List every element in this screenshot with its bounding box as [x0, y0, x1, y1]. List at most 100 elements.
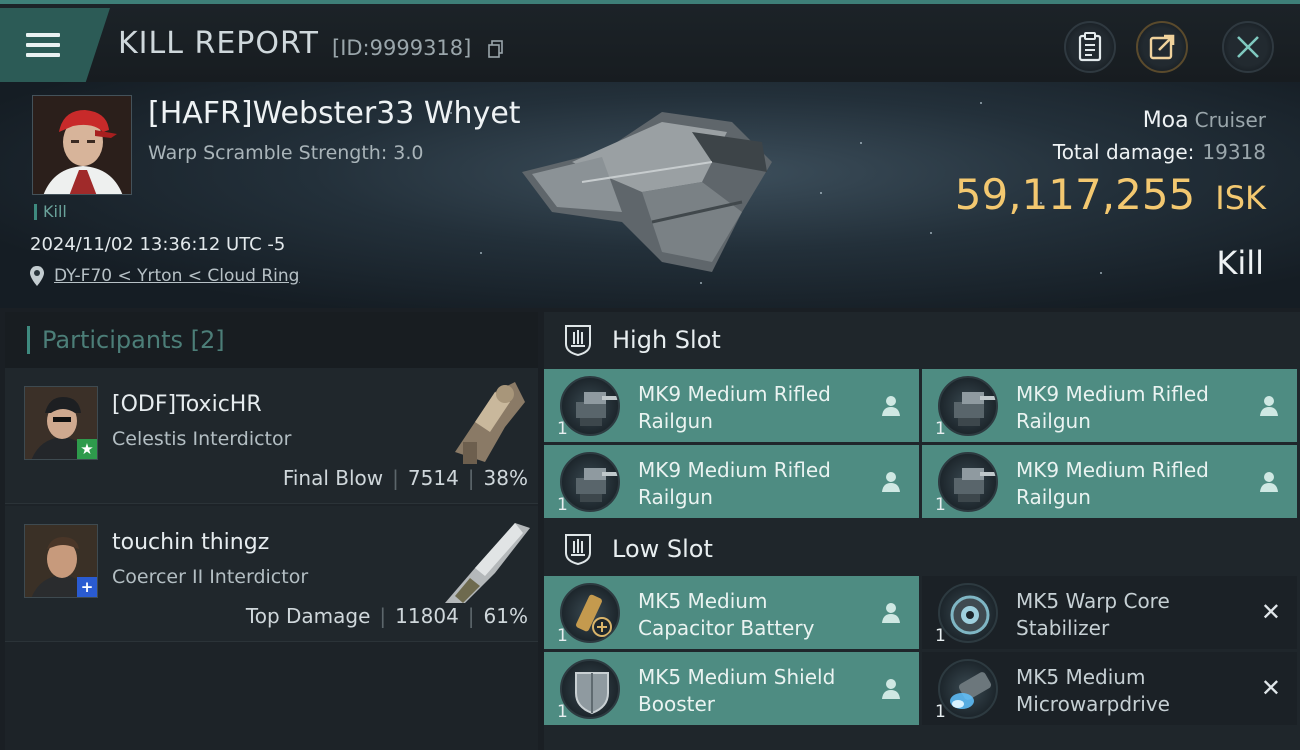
participant-row[interactable]: + touchin thingz Coercer II Interdictor … [5, 506, 538, 642]
faction-badge-icon: ★ [77, 439, 97, 459]
destroyed-x-icon: ✕ [1260, 598, 1281, 626]
module-name: MK9 Medium Rifled Railgun [1016, 382, 1209, 433]
fitted-person-icon [882, 679, 900, 699]
module-name: MK5 Medium Microwarpdrive [1016, 665, 1170, 716]
divider: | [392, 466, 399, 490]
microwarpdrive-icon [938, 659, 998, 719]
module-quantity: 1 [935, 419, 946, 439]
kill-location[interactable]: DY-F70 < Yrton < Cloud Ring [30, 266, 299, 286]
copy-icon[interactable] [488, 40, 504, 58]
high-slot-label: High Slot [612, 326, 721, 354]
participant-stats: Top Damage | 11804 | 61% [246, 604, 528, 628]
total-damage: Total damage: 19318 [1053, 140, 1266, 164]
module-item[interactable]: 1 MK5 Medium Capacitor Battery [544, 576, 919, 649]
participant-ship: Celestis Interdictor [112, 428, 292, 450]
ship-class: Cruiser [1194, 108, 1266, 132]
destroyed-x-icon: ✕ [1260, 674, 1281, 702]
participant-ship: Coercer II Interdictor [112, 566, 309, 588]
module-item[interactable]: 1 MK9 Medium Rifled Railgun [922, 445, 1297, 518]
page-title: KILL REPORT [118, 26, 319, 61]
module-name: MK9 Medium Rifled Railgun [638, 458, 831, 509]
module-quantity: 1 [935, 495, 946, 515]
participant-row[interactable]: ★ [ODF]ToxicHR Celestis Interdictor Fina… [5, 368, 538, 504]
module-quantity: 1 [557, 626, 568, 646]
high-slot-header: High Slot [544, 312, 1300, 368]
ship-name: Moa [1142, 108, 1189, 133]
warp-scramble-strength: Warp Scramble Strength: 3.0 [148, 142, 424, 164]
top-bar: KILL REPORT [ID:9999318] [0, 0, 1300, 82]
kill-timestamp: 2024/11/02 13:36:12 UTC -5 [30, 234, 286, 255]
module-item[interactable]: 1 MK9 Medium Rifled Railgun [544, 445, 919, 518]
participant-avatar[interactable]: ★ [24, 386, 98, 460]
victim-ship[interactable]: Moa Cruiser [1143, 108, 1266, 133]
participant-ship-image [455, 382, 525, 464]
report-id: [ID:9999318] [332, 36, 472, 60]
low-slot-icon [565, 534, 591, 565]
module-quantity: 1 [935, 702, 946, 722]
fitted-person-icon [882, 603, 900, 623]
fitted-person-icon [1260, 396, 1278, 416]
module-name: MK5 Medium Shield Booster [638, 665, 836, 716]
location-link[interactable]: DY-F70 < Yrton < Cloud Ring [54, 266, 299, 286]
railgun-icon [560, 452, 620, 512]
module-item[interactable]: 1 MK5 Medium Microwarpdrive ✕ [922, 652, 1297, 725]
module-quantity: 1 [557, 419, 568, 439]
participant-damage: 7514 [407, 466, 459, 490]
railgun-icon [938, 452, 998, 512]
fitted-person-icon [882, 396, 900, 416]
participant-percent: 38% [483, 466, 528, 490]
total-damage-label: Total damage: [1052, 140, 1195, 164]
menu-button[interactable] [0, 8, 110, 82]
clipboard-button[interactable] [1064, 21, 1116, 73]
fitting-panel: High Slot 1 MK9 Medium Rifled Railgun 1 M… [544, 312, 1300, 750]
participant-name[interactable]: touchin thingz [112, 530, 269, 555]
capacitor-battery-icon [560, 583, 620, 643]
isk-value: 59,117,255 [954, 170, 1196, 219]
participants-title[interactable]: Participants [2] [27, 326, 225, 354]
participant-role: Final Blow [282, 466, 384, 490]
divider: | [467, 604, 475, 628]
divider: | [467, 466, 475, 490]
module-quantity: 1 [557, 495, 568, 515]
victim-name[interactable]: [HAFR]Webster33 Whyet [148, 96, 521, 131]
victim-avatar[interactable] [32, 95, 132, 195]
victim-ship-image [522, 112, 772, 272]
participant-ship-image [445, 523, 530, 603]
module-name: MK9 Medium Rifled Railgun [638, 382, 831, 433]
module-name: MK5 Medium Capacitor Battery [638, 589, 815, 640]
shield-booster-icon [560, 659, 620, 719]
participant-stats: Final Blow | 7514 | 38% [283, 466, 528, 490]
kill-tag: Kill [34, 204, 67, 220]
low-slot-label: Low Slot [612, 535, 713, 563]
module-item[interactable]: 1 MK5 Medium Shield Booster [544, 652, 919, 725]
clipboard-icon [1078, 32, 1102, 62]
participant-name[interactable]: [ODF]ToxicHR [112, 392, 262, 417]
close-icon [1237, 36, 1259, 58]
module-item[interactable]: 1 MK5 Warp Core Stabilizer ✕ [922, 576, 1297, 649]
fitted-person-icon [1260, 472, 1278, 492]
participant-role: Top Damage [245, 604, 371, 628]
close-button[interactable] [1222, 21, 1274, 73]
fitted-person-icon [882, 472, 900, 492]
module-item[interactable]: 1 MK9 Medium Rifled Railgun [544, 369, 919, 442]
divider: | [379, 604, 387, 628]
share-icon [1149, 34, 1175, 60]
isk-value-line: 59,117,255 ISK [955, 170, 1266, 219]
low-slot-header: Low Slot [544, 521, 1300, 577]
isk-unit: ISK [1215, 179, 1266, 217]
participant-avatar[interactable]: + [24, 524, 98, 598]
module-quantity: 1 [557, 702, 568, 722]
participants-panel: Participants [2] ★ [ODF]ToxicHR Celestis… [5, 312, 538, 750]
warp-core-stabilizer-icon [938, 583, 998, 643]
module-name: MK9 Medium Rifled Railgun [1016, 458, 1209, 509]
participant-damage: 11804 [395, 604, 459, 628]
share-button[interactable] [1136, 21, 1188, 73]
railgun-icon [560, 376, 620, 436]
hamburger-icon [26, 27, 60, 63]
participants-header: Participants [2] [5, 312, 538, 368]
kill-result: Kill [1216, 244, 1264, 282]
faction-badge-icon: + [77, 577, 97, 597]
participant-percent: 61% [483, 604, 528, 628]
module-item[interactable]: 1 MK9 Medium Rifled Railgun [922, 369, 1297, 442]
module-name: MK5 Warp Core Stabilizer [1016, 589, 1170, 640]
